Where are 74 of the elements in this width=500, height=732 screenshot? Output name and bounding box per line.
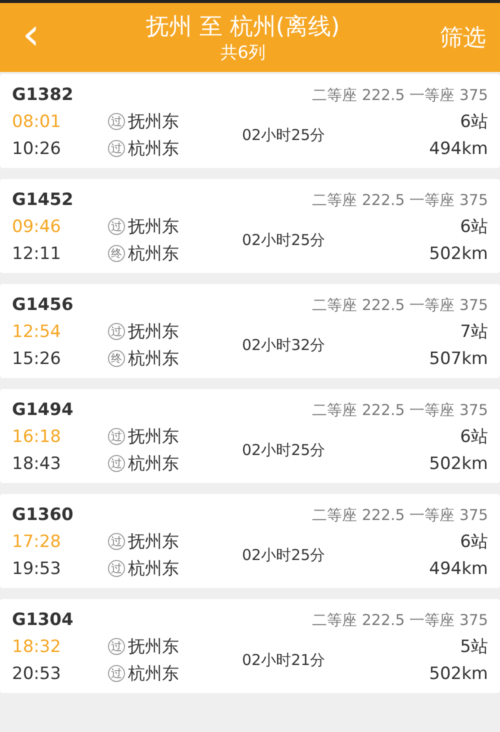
stop-count: 5站 [459,636,488,658]
arrival-station: 杭州东 [128,453,179,475]
train-card[interactable]: G1456 二等座 222.5 一等座 375 12:54 过 抚州东 02小时32分 7站 15:26 终 杭州东 507km [0,284,500,378]
train-card[interactable]: G1304 二等座 222.5 一等座 375 18:32 过 抚州东 02小时21分 5站 20:53 过 杭州东 502km [0,599,500,693]
arrival-station: 杭州东 [128,348,179,370]
arrival-time: 15:26 [12,348,62,368]
arrival-time: 20:53 [12,664,62,684]
train-number: G1382 [12,85,74,105]
station-badge: 过 [108,218,125,235]
distance: 502km [429,244,488,264]
duration: 02小时32分 [241,336,326,354]
train-number: G1304 [12,610,74,630]
distance: 494km [429,138,488,158]
arrival-time: 18:43 [12,454,62,474]
seat-prices: 二等座 222.5 一等座 375 [312,190,488,210]
distance: 502km [429,664,488,684]
train-card[interactable]: G1360 二等座 222.5 一等座 375 17:28 过 抚州东 02小时25分 6站 19:53 过 杭州东 494km [0,494,500,588]
distance: 494km [429,558,488,578]
departure-time: 08:01 [12,112,62,132]
train-number: G1360 [12,505,74,525]
arrival-station: 杭州东 [128,558,179,580]
departure-station: 抚州东 [128,636,179,658]
station-badge: 过 [108,113,125,130]
departure-station: 抚州东 [128,216,179,238]
departure-time: 12:54 [12,322,62,342]
distance: 502km [429,454,488,474]
arrival-time: 10:26 [12,138,62,158]
station-badge: 过 [108,638,125,655]
duration: 02小时25分 [241,230,326,250]
stop-count: 6站 [459,426,488,448]
station-badge: 过 [108,140,125,157]
arrival-station: 杭州东 [128,663,179,685]
departure-station: 抚州东 [128,531,179,553]
distance: 507km [429,348,488,368]
departure-station: 抚州东 [128,111,179,133]
stop-count: 7站 [459,321,488,343]
duration: 02小时25分 [241,546,326,564]
departure-time: 17:28 [12,532,62,552]
train-card[interactable]: G1452 二等座 222.5 一等座 375 09:46 过 抚州东 02小时25分 6站 12:11 终 杭州东 502km [0,179,500,273]
arrival-time: 12:11 [12,244,62,264]
seat-prices: 二等座 222.5 一等座 375 [312,506,488,524]
duration: 02小时21分 [241,650,326,670]
departure-time: 09:46 [12,216,62,236]
departure-time: 18:32 [12,636,62,656]
station-badge: 过 [108,323,125,340]
station-badge: 过 [108,533,125,550]
stop-count: 6站 [459,531,488,553]
station-badge: 过 [108,560,125,577]
train-card[interactable]: G1382 二等座 222.5 一等座 375 08:01 过 抚州东 02小时25分 6站 10:26 过 杭州东 494km [0,74,500,168]
seat-prices: 二等座 222.5 一等座 375 [312,296,488,314]
station-badge: 过 [108,455,125,472]
seat-prices: 二等座 222.5 一等座 375 [312,610,488,630]
station-badge: 终 [108,245,125,262]
route-title: 抚州 至 杭州(离线) [146,12,340,42]
departure-station: 抚州东 [128,426,179,448]
train-number: G1456 [12,295,74,315]
seat-prices: 二等座 222.5 一等座 375 [312,400,488,420]
stop-count: 6站 [459,216,488,238]
arrival-station: 杭州东 [128,138,179,160]
stop-count: 6站 [459,111,488,133]
duration: 02小时25分 [241,126,326,144]
arrival-station: 杭州东 [128,243,179,265]
train-number: G1494 [12,400,74,420]
arrival-time: 19:53 [12,558,62,578]
station-badge: 终 [108,350,125,367]
train-count: 共6列 [220,42,266,64]
train-number: G1452 [12,190,74,210]
departure-time: 16:18 [12,426,62,446]
duration: 02小时25分 [241,440,326,460]
station-badge: 过 [108,428,125,445]
departure-station: 抚州东 [128,321,179,343]
seat-prices: 二等座 222.5 一等座 375 [312,86,488,104]
train-card[interactable]: G1494 二等座 222.5 一等座 375 16:18 过 抚州东 02小时25分 6站 18:43 过 杭州东 502km [0,389,500,483]
station-badge: 过 [108,665,125,682]
